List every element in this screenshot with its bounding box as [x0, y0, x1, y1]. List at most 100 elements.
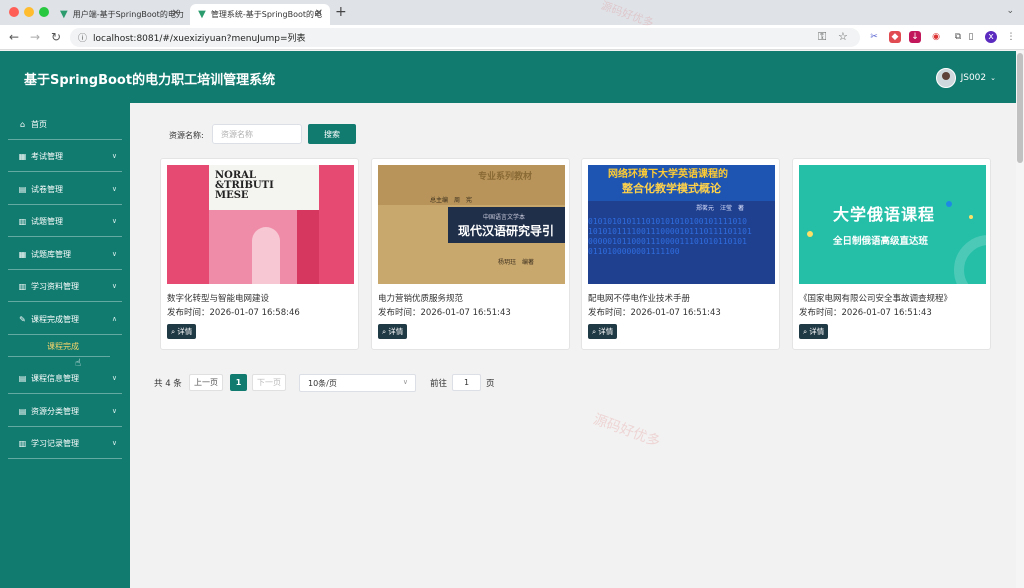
card-title: 配电网不停电作业技术手册 [588, 294, 691, 304]
sidebar-item-material[interactable]: ▥ 学习资料管理 ∨ [0, 270, 130, 302]
new-tab-button[interactable]: + [335, 4, 347, 20]
tab-label: 用户端-基于SpringBoot的电力 [72, 10, 184, 19]
cover-image[interactable]: 网络环境下大学英语课程的 整合化教学模式概论 郑茗元 汪莹 著 01010101… [588, 165, 775, 284]
user-menu[interactable]: JS002 ⌄ [935, 68, 996, 88]
chevron-down-icon: ∨ [111, 250, 117, 258]
close-icon[interactable]: ✕ [172, 8, 180, 19]
search-icon: ⌕ [803, 326, 808, 336]
cover-text: 郑茗元 汪莹 著 [696, 205, 745, 212]
exam-icon: ▦ [18, 151, 27, 161]
reload-icon[interactable]: ↻ [51, 30, 61, 44]
key-icon[interactable]: ⚿ [818, 30, 826, 44]
watermark: 源码好优多 [591, 411, 663, 451]
cover-image[interactable]: 大学俄语课程 全日制俄语高级直达班 [799, 165, 986, 284]
chevron-down-icon: ∨ [402, 378, 408, 386]
address-bar: ← → ↻ ⓘ localhost:8081/#/xuexiziyuan?men… [0, 25, 1024, 50]
detail-button[interactable]: ⌕ 详情 [799, 324, 829, 339]
record-icon: ▥ [18, 438, 27, 448]
resource-card[interactable]: NORAL &TRIBUTI MESE 数字化转型与智能电网建设 发布时间：20… [160, 158, 359, 350]
profile-avatar[interactable]: x [985, 31, 997, 43]
next-page-button[interactable]: 下一页 [252, 374, 286, 391]
sidebar-item-label: 学习记录管理 [31, 438, 79, 448]
search-button[interactable]: 搜索 [308, 124, 356, 144]
submenu-item-course-complete[interactable]: 课程完成 [0, 337, 130, 357]
page-size-select[interactable]: 10条/页 ∨ [299, 374, 416, 392]
sidebar-item-exam[interactable]: ▦ 考试管理 ∨ [0, 140, 130, 172]
card-title: 数字化转型与智能电网建设 [167, 294, 270, 304]
cover-shape [954, 235, 986, 284]
sidebar-item-question[interactable]: ▥ 试题管理 ∨ [0, 205, 130, 237]
search-icon: ⌕ [592, 326, 597, 336]
detail-label: 详情 [388, 327, 404, 336]
forward-icon[interactable]: → [30, 30, 40, 44]
detail-button[interactable]: ⌕ 详情 [588, 324, 618, 339]
detail-button[interactable]: ⌕ 详情 [167, 324, 197, 339]
sidebar-item-record[interactable]: ▥ 学习记录管理 ∨ [0, 427, 130, 459]
site-info-icon[interactable]: ⓘ [78, 31, 87, 44]
maximize-window-button[interactable] [39, 7, 49, 17]
search-input[interactable] [212, 124, 302, 144]
cover-text: 全日制俄语高级直达班 [833, 236, 929, 247]
sidebar-item-label: 首页 [31, 119, 47, 129]
cover-text: 1010101111001110000101110111101101 [588, 227, 752, 236]
chevron-down-icon: ∨ [111, 407, 117, 415]
cover-shape [297, 210, 319, 284]
cover-image[interactable]: NORAL &TRIBUTI MESE [167, 165, 354, 284]
cover-shape [946, 201, 952, 207]
url-field[interactable]: ⓘ localhost:8081/#/xuexiziyuan?menuJump=… [70, 28, 860, 47]
app-header: 基于SpringBoot的电力职工培训管理系统 JS002 ⌄ [0, 51, 1016, 103]
prev-page-button[interactable]: 上一页 [189, 374, 223, 391]
card-time: 发布时间：2026-01-07 16:58:46 [167, 308, 300, 318]
search-label: 资源名称: [169, 131, 204, 140]
cover-shape [807, 231, 813, 237]
sidebar-item-home[interactable]: ⌂ 首页 [0, 108, 130, 140]
cover-text: 网络环境下大学英语课程的 [608, 169, 728, 180]
chevron-down-icon[interactable]: ⌄ [1006, 6, 1014, 16]
cover-binary: 010101010111010101010100101111010 101010… [588, 217, 775, 257]
pagination-total: 共 4 条 [154, 379, 182, 389]
browser-tab-user[interactable]: ▼ 用户端-基于SpringBoot的电力 ✕ [52, 4, 187, 25]
cover-image[interactable]: 专业系列教材 总主编 周 宪 中国语言文学本 现代汉语研究导引 杨玥珏 编著 [378, 165, 565, 284]
home-icon: ⌂ [19, 119, 26, 129]
more-menu-icon[interactable]: ⋮ [1005, 31, 1017, 43]
browser-tab-admin[interactable]: ▼ 管理系统-基于SpringBoot的电 ✕ [190, 4, 330, 25]
extension-red-icon[interactable]: ◆ [889, 31, 901, 43]
username: JS002 [960, 73, 987, 83]
scrollbar-thumb[interactable] [1017, 53, 1023, 163]
detail-button[interactable]: ⌕ 详情 [378, 324, 408, 339]
detail-label: 详情 [177, 327, 193, 336]
cover-shape: 网络环境下大学英语课程的 整合化教学模式概论 [588, 165, 775, 201]
sidebar-item-label: 课程完成管理 [31, 314, 79, 324]
resource-card[interactable]: 专业系列教材 总主编 周 宪 中国语言文学本 现代汉语研究导引 杨玥珏 编著 电… [371, 158, 570, 350]
sidebar-toggle-icon[interactable]: ▯ [965, 31, 977, 43]
question-icon: ▥ [18, 216, 27, 226]
chevron-down-icon: ∨ [111, 217, 117, 225]
url-text: localhost:8081/#/xuexiziyuan?menuJump=列表 [93, 34, 306, 44]
sidebar-item-course-complete[interactable]: ✎ 课程完成管理 ∧ [0, 303, 130, 335]
sidebar-item-course-info[interactable]: ▤ 课程信息管理 ∨ [0, 362, 130, 394]
download-icon[interactable]: ↓ [909, 31, 921, 43]
cover-text: 专业系列教材 [478, 172, 533, 182]
close-window-button[interactable] [9, 7, 19, 17]
goto-page-input[interactable]: 1 [452, 374, 481, 391]
cover-text: 000001011000111000011101010110101 [588, 237, 747, 246]
current-page-button[interactable]: 1 [230, 374, 247, 391]
resource-card[interactable]: 大学俄语课程 全日制俄语高级直达班 《国家电网有限公司安全事故调查规程》 发布时… [792, 158, 991, 350]
star-icon[interactable]: ☆ [838, 30, 848, 43]
minimize-window-button[interactable] [24, 7, 34, 17]
cover-text: 总主编 周 宪 [430, 197, 473, 204]
back-icon[interactable]: ← [9, 30, 19, 44]
puzzle-icon[interactable]: ⧉ [952, 31, 964, 43]
card-title: 《国家电网有限公司安全事故调查规程》 [799, 294, 953, 304]
paper-icon: ▤ [18, 184, 27, 194]
close-icon[interactable]: ✕ [315, 8, 323, 19]
resource-card[interactable]: 网络环境下大学英语课程的 整合化教学模式概论 郑茗元 汪莹 著 01010101… [581, 158, 780, 350]
sidebar-item-bank[interactable]: ▦ 试题库管理 ∨ [0, 238, 130, 270]
sidebar-item-label: 考试管理 [31, 151, 63, 161]
card-title: 电力营销优质服务规范 [378, 294, 464, 304]
scissors-icon[interactable]: ✂ [868, 31, 880, 43]
chevron-up-icon: ∧ [111, 315, 117, 323]
sidebar-item-paper[interactable]: ▤ 试卷管理 ∨ [0, 173, 130, 205]
sidebar-item-category[interactable]: ▤ 资源分类管理 ∨ [0, 395, 130, 427]
extension-icon[interactable]: ◉ [930, 31, 942, 43]
